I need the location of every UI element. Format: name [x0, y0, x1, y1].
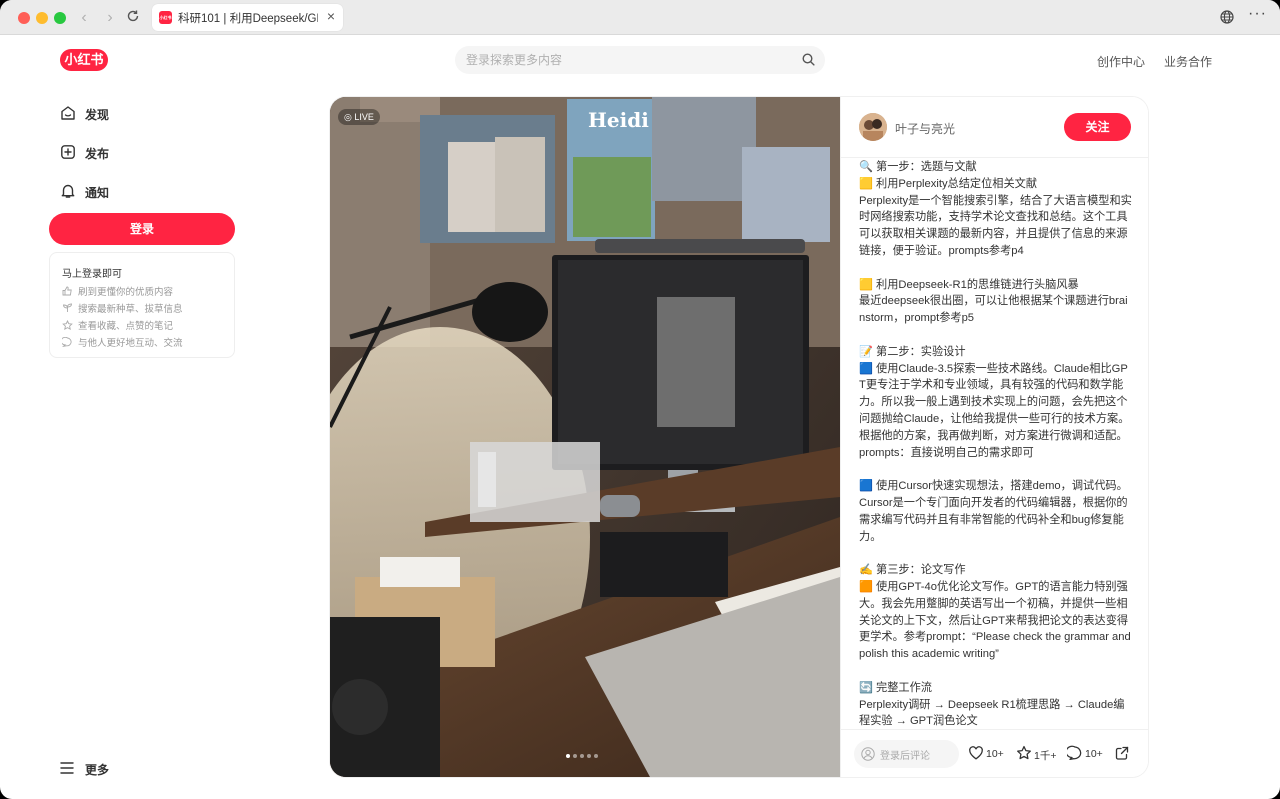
content-line: [859, 260, 1133, 277]
content-line: 🟦 使用Cursor快速实现想法，搭建demo，调试代码。Cursor是一个专门…: [859, 480, 1128, 543]
hamburger-menu-icon: [60, 761, 74, 779]
content-line: 🔄 完整工作流: [859, 681, 932, 694]
live-photo-badge: ◎ LIVE: [338, 109, 380, 125]
sidebar-item-label: 通知: [85, 186, 110, 200]
image-dot[interactable]: [573, 754, 577, 758]
note-image[interactable]: Heidi ◎ LIVE: [330, 97, 840, 777]
comment-icon: [1067, 745, 1082, 761]
sidebar-item-label: 发现: [85, 108, 110, 122]
content-line: Perplexity调研 → Deepseek R1梳理思路 → Claude编…: [859, 698, 1125, 728]
content-line: [859, 663, 1133, 680]
content-line: 最近deepseek很出圈，可以让他根据某个课题进行brainstorm，pro…: [859, 295, 1128, 325]
browser-window: ‹ › 小红书 科研101 | 利用Deepseek/GPT × ··· 小红书…: [0, 0, 1280, 799]
author-bar: 叶子与亮光 关注: [841, 97, 1148, 158]
more-label: 更多: [85, 763, 110, 777]
content-line: 🟧 使用GPT-4o优化论文写作。GPT的语言能力特别强大。我会先用蹩脚的英语写…: [859, 580, 1131, 661]
tab-title: 科研101 | 利用Deepseek/GPT: [178, 13, 318, 25]
content-line: [859, 461, 1133, 478]
search-input[interactable]: [466, 46, 796, 74]
browser-titlebar: ‹ › 小红书 科研101 | 利用Deepseek/GPT × ···: [0, 0, 1280, 35]
image-dot[interactable]: [566, 754, 570, 758]
login-benefit-item: 查看收藏、点赞的笔记: [62, 318, 173, 332]
note-detail: Heidi ◎ LIVE 叶子与亮光 关注 🔍 第一步：选题与文献 🟨 利用Pe…: [330, 97, 1148, 777]
image-dot[interactable]: [580, 754, 584, 758]
avatar[interactable]: [859, 113, 887, 141]
author-name[interactable]: 叶子与亮光: [895, 120, 955, 137]
favicon: 小红书: [159, 11, 172, 24]
desk-setup-photo: Heidi: [330, 97, 840, 777]
close-window-button[interactable]: [18, 12, 30, 24]
business-link[interactable]: 业务合作: [1164, 53, 1212, 70]
globe-icon[interactable]: [1220, 10, 1234, 29]
image-dot[interactable]: [587, 754, 591, 758]
content-line: [859, 545, 1133, 562]
search-icon[interactable]: [802, 53, 815, 71]
engagement-bar: 登录后评论 10+ 1千+ 10+: [841, 729, 1148, 777]
image-pagination-dots[interactable]: [566, 745, 601, 763]
star-icon: [62, 320, 73, 330]
login-button[interactable]: 登录: [49, 213, 235, 245]
thumb-up-icon: [62, 286, 72, 296]
content-line: 🔍 第一步：选题与文献: [859, 161, 977, 173]
content-line: Perplexity是一个智能搜索引擎，结合了大语言模型和实时网络搜索功能，支持…: [859, 194, 1132, 257]
discover-icon: [60, 105, 76, 124]
tab-close-icon[interactable]: ×: [327, 8, 335, 24]
xiaohongshu-logo[interactable]: 小红书: [60, 49, 108, 71]
comment-placeholder: 登录后评论: [880, 751, 930, 762]
follow-button[interactable]: 关注: [1064, 113, 1131, 141]
browser-tab[interactable]: 小红书 科研101 | 利用Deepseek/GPT ×: [152, 4, 343, 31]
login-benefit-item: 与他人更好地互动、交流: [62, 335, 183, 349]
share-icon[interactable]: [1114, 745, 1130, 766]
content-line: 🟨 利用Perplexity总结定位相关文献: [859, 177, 1038, 190]
comment-input[interactable]: 登录后评论: [854, 740, 959, 768]
like-count: 10+: [986, 748, 1004, 760]
note-panel: 叶子与亮光 关注 🔍 第一步：选题与文献 🟨 利用Perplexity总结定位相…: [840, 97, 1148, 777]
bell-icon: [60, 183, 76, 202]
minimize-window-button[interactable]: [36, 12, 48, 24]
star-icon: [1017, 745, 1031, 760]
comment-count: 10+: [1085, 748, 1103, 760]
content-line: ✍️ 第三步：论文写作: [859, 564, 966, 577]
user-icon: [861, 747, 875, 764]
content-line: 🟨 利用Deepseek-R1的思维链进行头脑风暴: [859, 278, 1079, 291]
creator-center-link[interactable]: 创作中心: [1097, 53, 1145, 70]
collect-count: 1千+: [1034, 750, 1057, 762]
login-prompt-card: 马上登录即可 刷到更懂你的优质内容 搜索最新种草、拔草信息 查看收藏、点赞的笔记…: [49, 252, 235, 358]
note-content: 🔍 第一步：选题与文献 🟨 利用Perplexity总结定位相关文献 Perpl…: [859, 159, 1133, 727]
login-benefit-item: 搜索最新种草、拔草信息: [62, 301, 183, 315]
sprout-icon: [63, 303, 72, 312]
sidebar-item-label: 发布: [85, 147, 110, 161]
chat-icon: [62, 337, 72, 347]
reload-icon[interactable]: [123, 9, 143, 29]
plus-square-icon: [60, 144, 76, 163]
heart-icon: [969, 746, 983, 760]
content-line: [859, 327, 1133, 344]
content-line: 🟦 使用Claude-3.5探索一些技术路线。Claude相比GPT更专注于学术…: [859, 362, 1130, 459]
back-arrow-icon[interactable]: ‹: [74, 8, 94, 28]
zoom-window-button[interactable]: [54, 12, 66, 24]
login-benefit-item: 刷到更懂你的优质内容: [62, 284, 173, 298]
browser-menu-icon[interactable]: ···: [1248, 5, 1267, 23]
login-card-title: 马上登录即可: [62, 269, 122, 280]
search-bar[interactable]: [455, 46, 825, 74]
image-dot[interactable]: [594, 754, 598, 758]
forward-arrow-icon[interactable]: ›: [100, 8, 120, 28]
svg-text:Heidi: Heidi: [588, 108, 649, 132]
content-line: 📝 第二步：实验设计: [859, 345, 966, 358]
